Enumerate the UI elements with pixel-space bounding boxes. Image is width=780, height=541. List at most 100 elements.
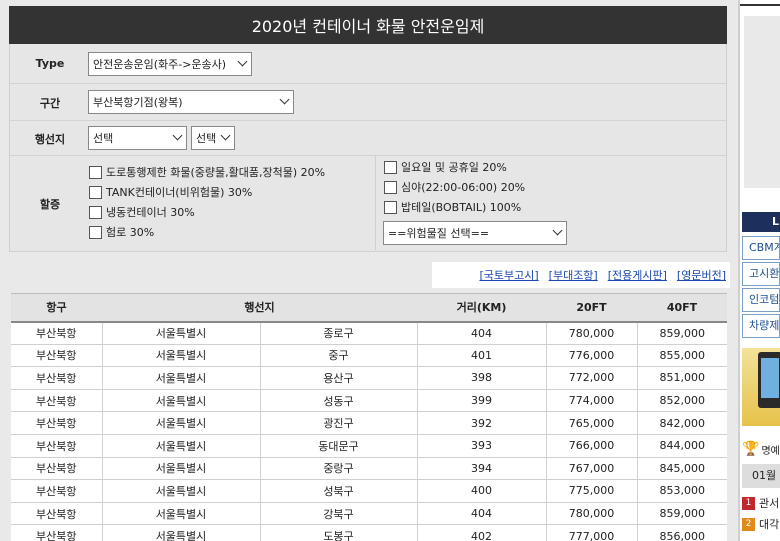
cell-district: 용산구 [260,366,418,390]
checkbox-label: 냉동컨테이너 30% [106,206,195,219]
checkbox[interactable] [384,200,397,214]
cell-distance: 399 [417,389,547,413]
surcharge-checkbox-reefer[interactable]: 냉동컨테이너 30% [89,204,195,220]
link-supplementary-terms[interactable]: [부대조항] [549,267,598,283]
surcharge-checkbox-restricted[interactable]: 도로통행제한 화물(중량물,활대품,장척물) 20% [89,164,325,180]
checkbox[interactable] [89,165,102,179]
type-label: Type [35,57,65,70]
sidebar-button-vehicle[interactable]: 차량제 [742,314,780,338]
link-ministry-notice[interactable]: [국토부고시] [479,267,538,283]
checkbox[interactable] [89,185,102,199]
sidebar-button-cbm[interactable]: CBM계 [742,236,780,260]
cell-40ft: 853,000 [637,479,727,503]
table-row: 부산북항 서울특별시 성북구 400 775,000 853,000 [11,479,727,503]
cell-district: 중구 [260,344,418,368]
type-select[interactable]: 안전운송운임(화주->운송사) [88,52,252,76]
cell-distance: 400 [417,479,547,503]
rank-label: 관서 [759,497,780,510]
cell-port: 부산북항 [11,434,103,458]
table-row: 부산북항 서울특별시 중랑구 394 767,000 845,000 [11,457,727,481]
hazard-material-value: ==위험물질 선택== [388,227,490,240]
destination-city-select[interactable]: 선택 [88,126,187,150]
cell-district: 강북구 [260,502,418,526]
rank-item-2[interactable]: 2 대각 [742,515,780,533]
cell-city: 서울특별시 [102,457,261,481]
cell-port: 부산북항 [11,411,103,435]
table-header-row: 항구 행선지 거리(KM) 20FT 40FT [11,293,727,323]
checkbox-label: 도로통행제한 화물(중량물,활대품,장척물) 20% [106,166,326,179]
cell-city: 서울특별시 [102,411,261,435]
cell-district: 성동구 [260,389,418,413]
surcharge-label: 할증 [39,198,61,211]
section-select[interactable]: 부산북항기점(왕복) [88,90,294,114]
sidebar-button-notice[interactable]: 고시환 [742,262,780,286]
cell-40ft: 852,000 [637,389,727,413]
chevron-down-icon [281,98,289,106]
checkbox[interactable] [89,225,102,239]
destination-label: 행선지 [34,133,66,146]
month-tab[interactable]: 01월 [742,464,780,488]
table-row: 부산북항 서울특별시 중구 401 776,000 855,000 [11,344,727,368]
cell-district: 광진구 [260,411,418,435]
surcharge-checkbox-rough-road[interactable]: 험로 30% [89,224,154,240]
destination-district-value: 선택 [196,132,217,145]
section-row: 구간 부산북항기점(왕복) [10,84,726,121]
cell-distance: 404 [417,321,547,345]
cell-40ft: 856,000 [637,524,727,541]
cell-20ft: 776,000 [546,344,638,368]
cell-city: 서울특별시 [102,389,261,413]
cell-port: 부산북항 [11,457,103,481]
column-header-40ft: 40FT [637,293,727,323]
cell-port: 부산북항 [11,479,103,503]
phone-screen [761,358,779,398]
cell-district: 도봉구 [260,524,418,541]
destination-district-select[interactable]: 선택 [191,126,235,150]
column-header-port: 항구 [11,293,102,323]
cell-district: 성북구 [260,479,418,503]
link-dedicated-board[interactable]: [전용게시판] [608,267,667,283]
freight-form: Type 안전운송운임(화주->운송사) 구간 부산북항기점(왕복) 행선지 선… [9,44,727,252]
destination-row: 행선지 선택 선택 [10,121,726,156]
surcharge-checkbox-holiday[interactable]: 일요일 및 공휴일 20% [384,159,507,175]
divider [375,156,376,250]
surcharge-checkbox-night[interactable]: 심야(22:00-06:00) 20% [384,179,525,195]
cell-district: 중랑구 [260,457,418,481]
chevron-down-icon [239,60,247,68]
column-header-distance: 거리(KM) [417,293,546,323]
cell-port: 부산북항 [11,502,103,526]
sidebar-banner [744,16,780,188]
surcharge-checkbox-tank[interactable]: TANK컨테이너(비위험물) 30% [89,184,252,200]
cell-20ft: 766,000 [546,434,638,458]
checkbox[interactable] [384,160,397,174]
checkbox[interactable] [384,180,397,194]
surcharge-checkbox-bobtail[interactable]: 밥테일(BOBTAIL) 100% [384,199,521,215]
cell-20ft: 765,000 [546,411,638,435]
checkbox[interactable] [89,205,102,219]
section-label: 구간 [39,97,61,110]
cell-distance: 392 [417,411,547,435]
checkbox-label: TANK컨테이너(비위험물) 30% [106,186,253,199]
rank-item-1[interactable]: 1 관서 [742,494,780,512]
sidebar-ad-banner[interactable] [742,348,780,426]
honor-label: 명예 [761,445,780,457]
destination-city-value: 선택 [93,132,114,145]
cell-city: 서울특별시 [102,502,261,526]
link-english-version[interactable]: [영문버전] [677,267,726,283]
chevron-down-icon [222,134,230,142]
cell-20ft: 767,000 [546,457,638,481]
cell-distance: 393 [417,434,547,458]
table-body: 부산북항 서울특별시 종로구 404 780,000 859,000 부산북항 서울특별시 중구… [11,321,727,541]
cell-city: 서울특별시 [102,479,261,503]
cell-40ft: 851,000 [637,366,727,390]
main-content: 2020년 컨테이너 화물 안전운임제 Type 안전운송운임(화주->운송사)… [0,0,738,541]
checkbox-label: 밥테일(BOBTAIL) 100% [401,201,522,214]
cell-20ft: 774,000 [546,389,638,413]
type-row: Type 안전운송운임(화주->운송사) [10,44,726,84]
sidebar-button-incoterms[interactable]: 인코텀 [742,288,780,312]
chevron-down-icon [174,134,182,142]
table-row: 부산북항 서울특별시 성동구 399 774,000 852,000 [11,389,727,413]
cell-20ft: 780,000 [546,321,638,345]
column-header-destination: 행선지 [102,293,417,323]
hazard-material-select[interactable]: ==위험물질 선택== [383,221,567,245]
cell-district: 동대문구 [260,434,418,458]
